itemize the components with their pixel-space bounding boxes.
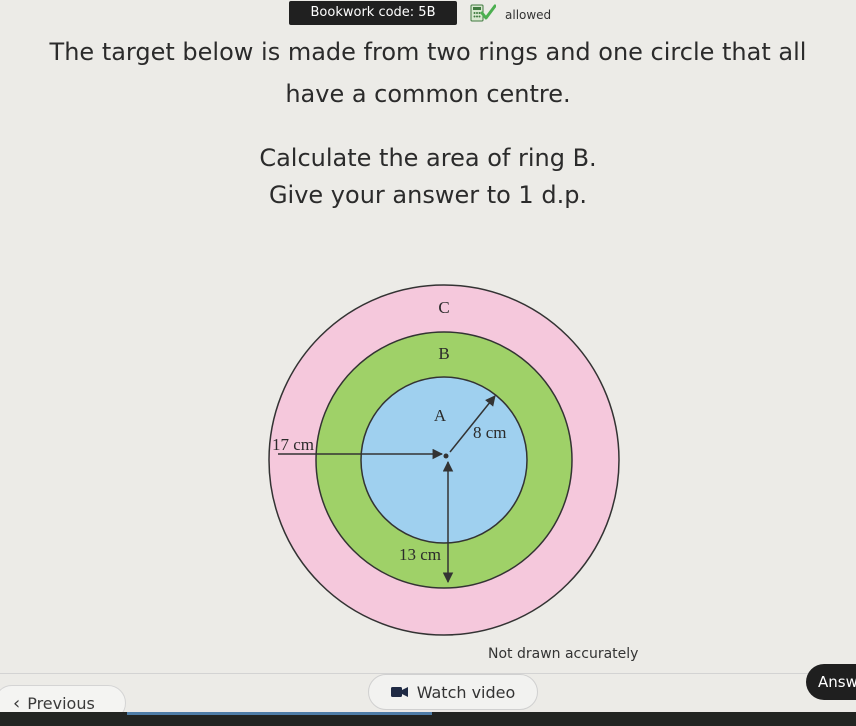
not-drawn-accurately-note: Not drawn accurately (488, 646, 639, 662)
circle-a (360, 376, 528, 544)
taskbar-highlight (127, 712, 432, 715)
region-a-label: A (434, 406, 447, 425)
taskbar (0, 712, 856, 726)
radius-b-label: 13 cm (399, 545, 441, 564)
calculator-allowed-icon (470, 4, 496, 22)
question-line-1: The target below is made from two rings … (49, 38, 807, 66)
watch-video-label: Watch video (416, 682, 516, 702)
radius-a-label: 8 cm (473, 423, 507, 442)
question-line-2: have a common centre. (285, 80, 571, 108)
radius-c-label: 17 cm (272, 435, 314, 454)
region-c-label: C (438, 298, 449, 317)
bookwork-code-badge: Bookwork code: 5B (289, 1, 457, 25)
answer-button[interactable]: Answer (806, 664, 856, 700)
video-camera-icon (390, 687, 408, 697)
question-line-3: Calculate the area of ring B. (259, 144, 597, 172)
region-b-label: B (438, 344, 449, 363)
centre-point (443, 453, 449, 459)
calculator-status-text: allowed (505, 8, 552, 22)
watch-video-button[interactable]: Watch video (368, 674, 538, 710)
target-diagram: C B A 8 cm 17 cm 13 cm (268, 284, 620, 636)
previous-button-label: Previous (27, 693, 95, 713)
top-bar: Bookwork code: 5B allowed (0, 0, 856, 34)
question-line-4: Give your answer to 1 d.p. (268, 181, 588, 209)
chevron-left-icon: ‹ (13, 692, 21, 714)
